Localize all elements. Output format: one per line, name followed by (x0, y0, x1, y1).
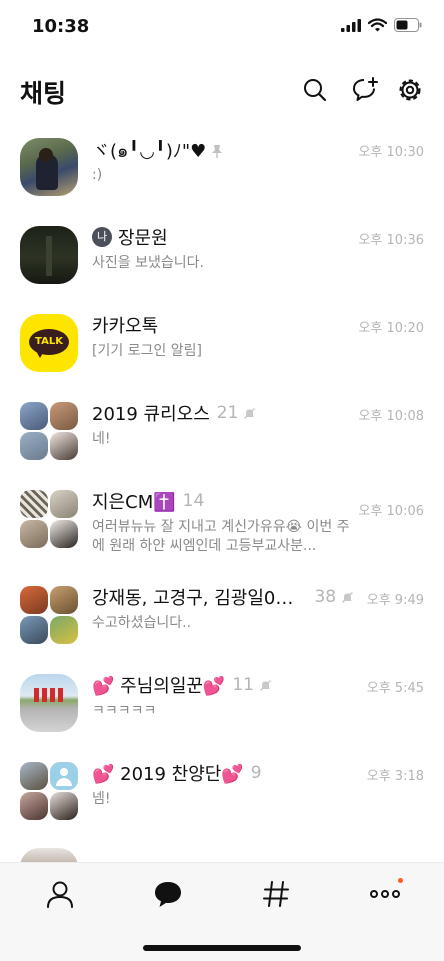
home-indicator (143, 945, 301, 951)
chat-title-row: ヾ(๑╹◡╹)ﾉ"♥ (92, 136, 354, 165)
chat-preview: [기기 로그인 알림] (92, 343, 202, 359)
avatar (20, 674, 78, 732)
member-count: 21 (216, 403, 239, 423)
chat-title-row: 💕 2019 찬양단💕 9 (92, 760, 354, 786)
status-bar: 10:38 (0, 0, 444, 56)
member-count: 9 (250, 763, 262, 783)
tab-bar (0, 862, 444, 961)
chat-time: 오후 10:20 (358, 321, 424, 336)
chat-name: ヾ(๑╹◡╹)ﾉ"♥ (92, 141, 207, 162)
chat-time: 오후 10:30 (358, 145, 424, 160)
signal-icon (341, 18, 361, 32)
chat-preview: ㅋㅋㅋㅋㅋ (92, 703, 157, 719)
member-count: 38 (314, 587, 337, 607)
chat-row[interactable]: 강재동, 고경구, 김광일01... 38 수고하셨습니다.. 오후 9:49 (0, 576, 444, 664)
page-title: 채팅 (20, 79, 67, 108)
group-avatar (20, 762, 78, 820)
chat-name: 2019 큐리오스 (92, 404, 210, 425)
status-icons (341, 18, 422, 32)
chat-preview: 넴! (92, 791, 111, 807)
chat-name: 장문원 (118, 228, 168, 249)
chat-row[interactable]: ヾ(๑╹◡╹)ﾉ"♥ :) 오후 10:30 (0, 128, 444, 216)
mute-icon (244, 407, 256, 419)
gear-icon[interactable] (396, 76, 424, 104)
me-badge: 나 (92, 227, 112, 247)
group-avatar (20, 402, 78, 460)
wifi-icon (368, 18, 387, 32)
status-time: 10:38 (32, 16, 90, 37)
hashtag-icon[interactable] (259, 877, 293, 911)
member-count: 11 (232, 675, 254, 695)
chat-time: 오후 10:08 (358, 409, 424, 424)
member-count: 14 (182, 491, 205, 511)
avatar (20, 138, 78, 196)
kakaotalk-avatar: TALK (20, 314, 78, 372)
avatar (20, 226, 78, 284)
chat-row[interactable]: 나 장문원 사진을 보냈습니다. 오후 10:36 (0, 216, 444, 304)
chat-preview: 네! (92, 431, 111, 447)
new-chat-icon[interactable] (351, 76, 379, 104)
chat-time: 오후 10:06 (358, 504, 424, 519)
chat-time: 오후 5:45 (366, 681, 424, 696)
chat-name: 강재동, 고경구, 김광일01... (92, 588, 303, 609)
chat-name: 지은CM✝️ (92, 492, 176, 513)
chat-title-row: 강재동, 고경구, 김광일01... 38 (92, 584, 354, 610)
mute-icon (342, 591, 354, 603)
search-icon[interactable] (301, 76, 329, 104)
chat-row[interactable]: 지은CM✝️ 14 여러뷰뉴뉴 잘 지내고 계신가유유😭 이번 주에 원래 하얀… (0, 480, 444, 576)
pin-icon (212, 144, 223, 158)
chat-title-row: 나 장문원 (92, 224, 354, 250)
chat-title-row: 지은CM✝️ 14 (92, 488, 354, 514)
person-icon[interactable] (43, 877, 77, 911)
chat-row[interactable]: TALK 카카오톡 [기기 로그인 알림] 오후 10:20 (0, 304, 444, 392)
chat-time: 오후 9:49 (366, 593, 424, 608)
chat-preview: 여러뷰뉴뉴 잘 지내고 계신가유유😭 이번 주에 원래 하얀 씨엠인데 고등부교… (92, 519, 350, 554)
talk-logo-bubble: TALK (29, 329, 69, 355)
chat-name: 💕 주님의일꾼💕 (92, 676, 226, 697)
group-avatar (20, 586, 78, 644)
chat-name: 💕 2019 찬양단💕 (92, 764, 244, 785)
chat-time: 오후 10:36 (358, 233, 424, 248)
notification-dot (398, 878, 403, 883)
chat-row[interactable]: 💕 주님의일꾼💕 11 ㅋㅋㅋㅋㅋ 오후 5:45 (0, 664, 444, 752)
chat-bubble-icon[interactable] (151, 877, 185, 911)
chat-title-row: 💕 주님의일꾼💕 11 (92, 672, 354, 698)
chat-title-row: 카카오톡 (92, 312, 354, 338)
chat-row[interactable]: 💕 2019 찬양단💕 9 넴! 오후 3:18 (0, 752, 444, 840)
chat-name: 카카오톡 (92, 316, 159, 337)
more-icon[interactable] (368, 877, 402, 911)
chat-title-row: 2019 큐리오스 21 (92, 400, 354, 426)
battery-icon (394, 18, 422, 32)
chat-header: 채팅 (0, 64, 444, 116)
chat-preview: 수고하셨습니다.. (92, 615, 192, 631)
chat-time: 오후 3:18 (366, 769, 424, 784)
mute-icon (260, 679, 271, 691)
group-avatar (20, 490, 78, 548)
chat-preview: :) (92, 167, 103, 183)
chat-preview: 사진을 보냈습니다. (92, 255, 204, 271)
chat-row[interactable]: 2019 큐리오스 21 네! 오후 10:08 (0, 392, 444, 480)
